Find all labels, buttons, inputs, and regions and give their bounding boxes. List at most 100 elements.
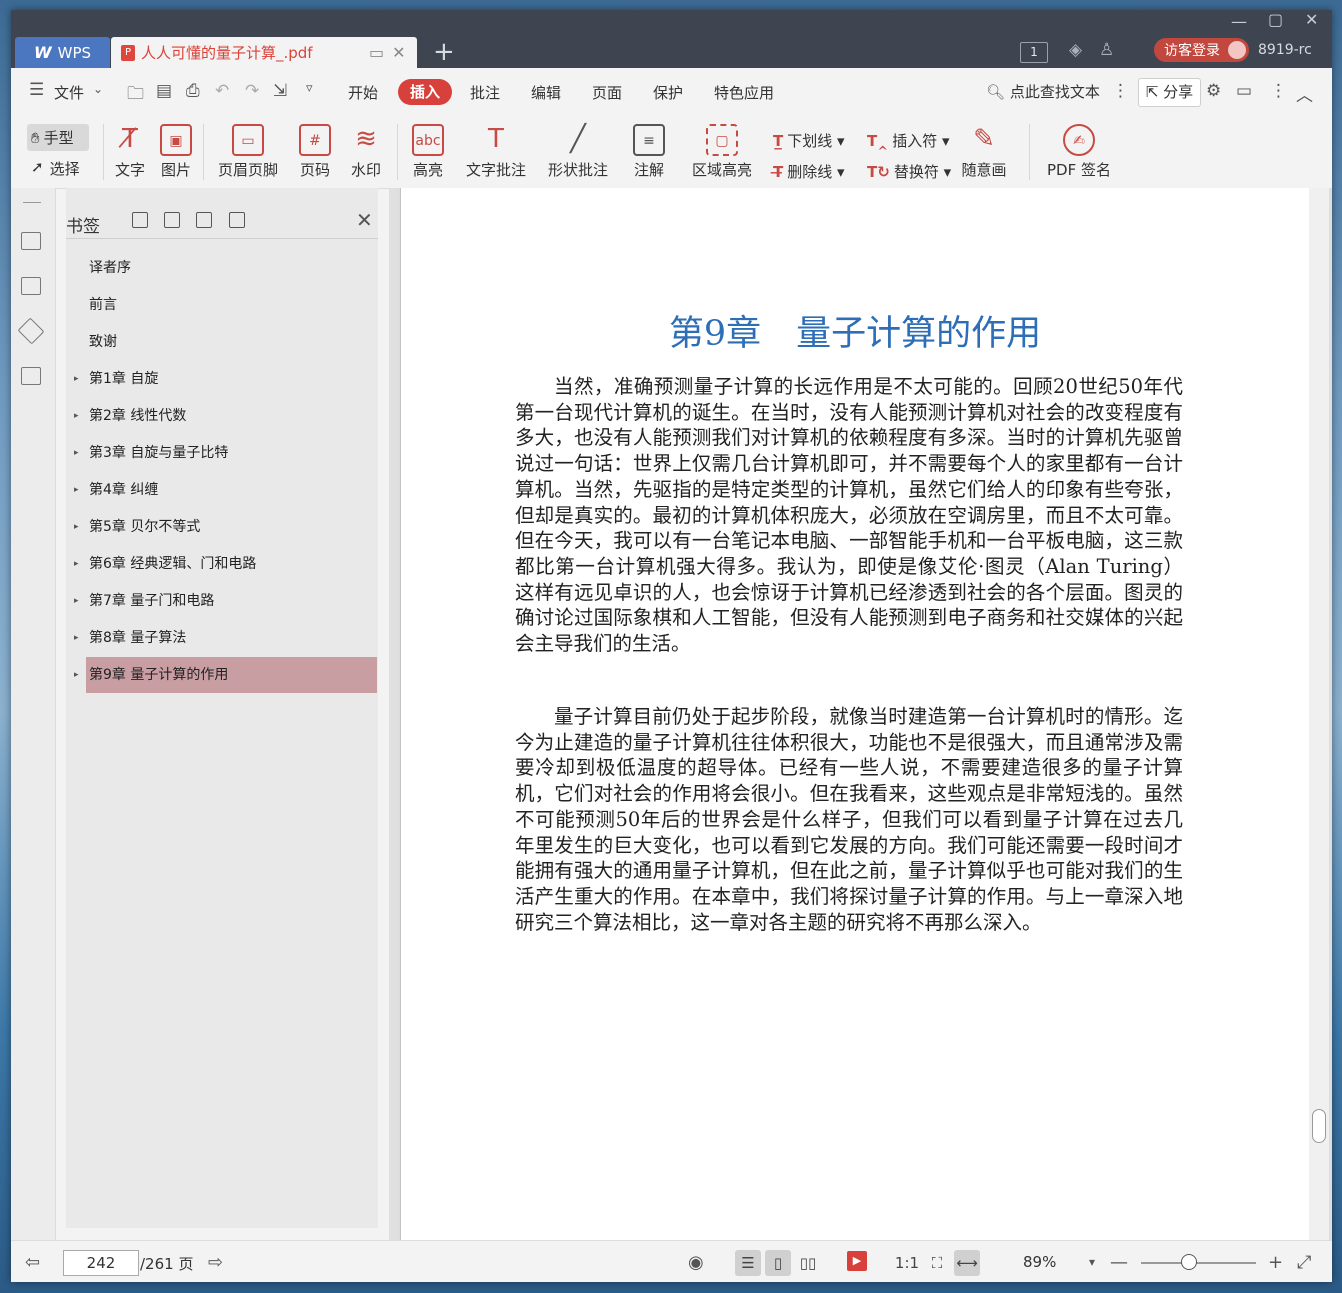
settings-gear-icon[interactable]: ⚙: [1206, 81, 1221, 101]
expand-arrow-icon[interactable]: ▸: [74, 620, 79, 656]
pdf-sign-button[interactable]: ✍ PDF 签名: [1043, 124, 1115, 180]
shirt-icon[interactable]: ♙: [1099, 40, 1114, 60]
bookmark-item[interactable]: ▸ 第1章 自旋: [74, 361, 377, 397]
thumbnail-image-icon[interactable]: [21, 277, 41, 295]
close-panel-icon[interactable]: ✕: [356, 208, 373, 232]
vertical-scrollbar[interactable]: [1309, 188, 1329, 1240]
bookmark-item[interactable]: ▸ 第5章 贝尔不等式: [74, 509, 377, 545]
scrollbar-thumb[interactable]: [1312, 1109, 1326, 1143]
hamburger-icon[interactable]: ☰: [29, 80, 44, 100]
note-button[interactable]: ≡ 注解: [628, 124, 670, 180]
zoom-in-icon[interactable]: +: [1268, 1252, 1283, 1273]
header-footer-button[interactable]: ▭ 页眉页脚: [211, 124, 285, 180]
page-number-input[interactable]: 242: [63, 1250, 139, 1276]
close-window-icon[interactable]: ✕: [1305, 10, 1318, 29]
text-annotation-button[interactable]: T 文字批注: [465, 124, 527, 180]
continuous-view-icon[interactable]: ☰: [735, 1250, 761, 1276]
fullscreen-icon[interactable]: ⤢: [1297, 1252, 1311, 1273]
bookmark-item[interactable]: 前言: [86, 287, 377, 323]
annotation-tag-icon[interactable]: [17, 317, 45, 345]
collapse-bookmark-icon[interactable]: [164, 212, 180, 228]
underline-button[interactable]: T̲ 下划线 ▾: [773, 130, 845, 151]
expand-arrow-icon[interactable]: ▸: [74, 361, 79, 397]
zoom-level[interactable]: 89%: [1023, 1253, 1056, 1271]
bookmark-item[interactable]: ▸ 第8章 量子算法: [74, 620, 377, 656]
page-number-button[interactable]: # 页码: [298, 124, 332, 180]
zoom-slider-knob[interactable]: [1181, 1254, 1197, 1270]
insert-image-button[interactable]: ▣ 图片: [159, 124, 193, 180]
select-tool-button[interactable]: ➚ 选择: [31, 158, 80, 179]
replace-mark-button[interactable]: T↻ 替换符 ▾: [867, 161, 951, 182]
vertical-more-icon[interactable]: ⋮: [1270, 81, 1287, 101]
previous-page-icon[interactable]: ⇦: [25, 1252, 40, 1273]
find-text-search[interactable]: 🔍︎ 点此查找文本: [986, 81, 1100, 102]
redo-icon[interactable]: ↷: [245, 81, 259, 101]
save-icon[interactable]: ▤: [156, 81, 172, 101]
bookmark-item[interactable]: ▸ 第3章 自旋与量子比特: [74, 435, 377, 471]
add-bookmark-icon[interactable]: [196, 212, 212, 228]
insert-mark-button[interactable]: T‸ 插入符 ▾: [867, 130, 950, 151]
bookmark-item[interactable]: ▸ 第6章 经典逻辑、门和电路: [74, 546, 377, 582]
two-page-view-icon[interactable]: ▯▯: [795, 1250, 821, 1276]
chevron-down-icon[interactable]: ⌄: [93, 82, 103, 96]
expand-arrow-icon[interactable]: ▸: [74, 435, 79, 471]
open-folder-icon[interactable]: 🗀: [127, 81, 144, 110]
bookmark-item[interactable]: ▸ 第4章 纠缠: [74, 472, 377, 508]
tab-protect[interactable]: 保护: [653, 82, 683, 103]
skin-icon[interactable]: ◈: [1069, 40, 1082, 60]
insert-text-button[interactable]: T̸ 文字: [113, 124, 147, 180]
expand-arrow-icon[interactable]: ▸: [74, 398, 79, 434]
tab-page[interactable]: 页面: [592, 82, 622, 103]
bookmark-item[interactable]: ▸ 第7章 量子门和电路: [74, 583, 377, 619]
expand-arrow-icon[interactable]: ▸: [74, 472, 79, 508]
zoom-dropdown-icon[interactable]: ▾: [1089, 1255, 1095, 1269]
file-menu[interactable]: 文件: [54, 82, 84, 103]
fit-width-icon[interactable]: ⟷: [954, 1250, 980, 1276]
expand-arrow-icon[interactable]: ▸: [74, 583, 79, 619]
expand-arrow-icon[interactable]: ▸: [74, 509, 79, 545]
shape-annotation-button[interactable]: ╱ 形状批注: [542, 124, 614, 180]
pin-window-icon[interactable]: ▭: [369, 43, 384, 62]
highlight-button[interactable]: abc 高亮: [407, 124, 449, 180]
freehand-draw-button[interactable]: ✎ 随意画: [956, 124, 1012, 180]
wps-home-tab[interactable]: W WPS: [15, 37, 110, 68]
bookmark-item-selected[interactable]: ▸ 第9章 量子计算的作用: [74, 657, 377, 693]
more-dropdown-icon[interactable]: ▿: [306, 81, 313, 96]
tab-annotate[interactable]: 批注: [470, 82, 500, 103]
more-options-icon[interactable]: ⋮: [1112, 81, 1129, 101]
collapse-ribbon-icon[interactable]: ︿: [1296, 81, 1313, 106]
expand-arrow-icon[interactable]: ▸: [74, 657, 79, 693]
window-count-badge[interactable]: 1: [1020, 42, 1048, 63]
single-page-view-icon[interactable]: ▯: [765, 1250, 791, 1276]
new-tab-button[interactable]: +: [433, 38, 455, 66]
document-tab[interactable]: P 人人可懂的量子计算_.pdf ▭ ✕: [111, 37, 417, 68]
bookmark-item[interactable]: 致谢: [86, 324, 377, 360]
next-page-icon[interactable]: ⇨: [208, 1252, 223, 1273]
zoom-out-icon[interactable]: —: [1110, 1252, 1128, 1273]
expand-bookmark-icon[interactable]: [132, 212, 148, 228]
hand-tool-button[interactable]: ✋︎ 手型: [27, 124, 89, 151]
minimize-icon[interactable]: —: [1231, 12, 1247, 31]
actual-size-icon[interactable]: 1:1: [894, 1250, 920, 1276]
bookmark-item[interactable]: ▸ 第2章 线性代数: [74, 398, 377, 434]
undo-icon[interactable]: ↶: [215, 81, 229, 101]
bookmark-list-icon[interactable]: [21, 232, 41, 250]
panel-splitter[interactable]: [389, 188, 397, 1240]
close-tab-icon[interactable]: ✕: [392, 43, 405, 62]
tab-special-apps[interactable]: 特色应用: [714, 82, 774, 103]
tab-insert[interactable]: 插入: [398, 79, 452, 105]
fit-page-icon[interactable]: ⛶: [924, 1250, 950, 1276]
eye-protection-icon[interactable]: ◉: [688, 1252, 704, 1273]
strikethrough-button[interactable]: T̶ 删除线 ▾: [773, 161, 845, 182]
tab-edit[interactable]: 编辑: [531, 82, 561, 103]
signature-panel-icon[interactable]: [21, 367, 41, 385]
zoom-slider-track[interactable]: [1141, 1262, 1256, 1264]
play-slideshow-icon[interactable]: ▶: [847, 1251, 867, 1271]
print-icon[interactable]: ⎙: [186, 81, 200, 101]
bookmark-options-icon[interactable]: [229, 212, 245, 228]
export-icon[interactable]: ⇲: [273, 81, 287, 101]
visitor-login-button[interactable]: 访客登录: [1154, 38, 1249, 62]
expand-arrow-icon[interactable]: ▸: [74, 546, 79, 582]
watermark-button[interactable]: ≋ 水印: [345, 124, 387, 180]
comment-icon[interactable]: ▭: [1236, 81, 1252, 101]
